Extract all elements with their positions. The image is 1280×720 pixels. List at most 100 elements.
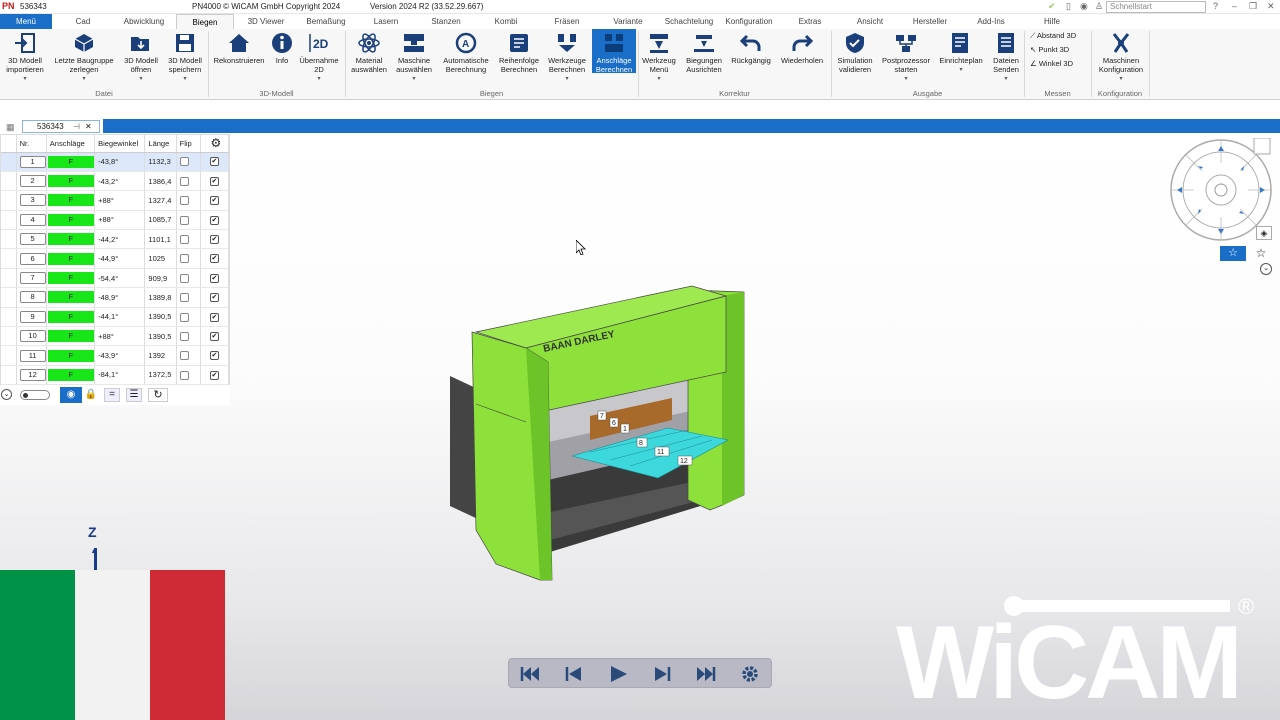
select-material-button[interactable]: Material auswählen	[347, 29, 391, 89]
reconstruct-button[interactable]: Rekonstruieren	[210, 29, 268, 89]
tab-stanzen[interactable]: Stanzen	[418, 14, 474, 29]
cell-flip[interactable]	[176, 345, 201, 366]
column-header-flip[interactable]: Flip	[176, 135, 201, 153]
tab-3d-viewer[interactable]: 3D Viewer	[238, 14, 294, 29]
table-row[interactable]: 12 F -84,1° 1372,5 ✔	[1, 365, 230, 386]
chevron-down-icon[interactable]: ▾	[640, 75, 678, 84]
setup-plan-button[interactable]: Einrichteplan ▾	[935, 29, 987, 89]
cell-biegewinkel[interactable]: -43,2°	[94, 171, 146, 192]
row-handle[interactable]	[1, 152, 17, 172]
cell-laenge[interactable]: 1390,5	[144, 326, 177, 347]
cell-active[interactable]: ✔	[200, 152, 230, 172]
stack-icon[interactable]: ☰	[126, 388, 142, 402]
active-checkbox[interactable]: ✔	[209, 176, 219, 186]
cell-anschlaege[interactable]: F	[46, 365, 96, 386]
cell-anschlaege[interactable]: F	[46, 229, 96, 250]
chevron-down-icon[interactable]: ▾	[164, 75, 206, 84]
cell-laenge[interactable]: 1085,7	[144, 210, 177, 231]
flip-checkbox[interactable]	[179, 157, 189, 167]
table-row[interactable]: 10 F +88° 1390,5 ✔	[1, 326, 230, 347]
align-bends-button[interactable]: Biegungen Ausrichten	[680, 29, 728, 89]
cell-anschlaege[interactable]: F	[46, 345, 96, 366]
play-icon[interactable]	[607, 665, 629, 683]
active-checkbox[interactable]: ✔	[209, 331, 219, 341]
active-checkbox[interactable]: ✔	[209, 215, 219, 225]
flip-checkbox[interactable]	[179, 351, 189, 361]
lock-icon[interactable]: 🔒	[84, 387, 98, 403]
chevron-down-icon[interactable]: ▾	[120, 75, 162, 84]
cell-anschlaege[interactable]: F	[46, 268, 96, 289]
restore-icon[interactable]: ❐	[1249, 1, 1257, 12]
cell-nr[interactable]: 4	[16, 210, 47, 231]
cell-flip[interactable]	[176, 248, 201, 269]
table-row[interactable]: 8 F -48,9° 1389,8 ✔	[1, 287, 230, 308]
tab-hersteller[interactable]: Hersteller	[902, 14, 958, 29]
chevron-down-icon[interactable]: ⌄	[1260, 263, 1272, 275]
tab-menu[interactable]: Menü	[0, 14, 52, 29]
settings-icon[interactable]: ◉	[1080, 1, 1088, 12]
cell-laenge[interactable]: 1101,1	[144, 229, 177, 250]
row-handle[interactable]	[1, 307, 17, 328]
cell-laenge[interactable]: 1386,4	[144, 171, 177, 192]
active-checkbox[interactable]: ✔	[209, 351, 219, 361]
cell-flip[interactable]	[176, 229, 201, 250]
cell-laenge[interactable]: 909,9	[144, 268, 177, 289]
tab-konfiguration[interactable]: Konfiguration	[720, 14, 778, 29]
tab-kombi[interactable]: Kombi	[478, 14, 534, 29]
row-handle[interactable]	[1, 190, 17, 211]
cell-laenge[interactable]: 1392	[144, 345, 177, 366]
active-checkbox[interactable]: ✔	[209, 293, 219, 303]
step-back-icon[interactable]	[563, 665, 585, 683]
flip-checkbox[interactable]	[179, 235, 189, 245]
skip-to-start-icon[interactable]	[519, 665, 541, 683]
cell-anschlaege[interactable]: F	[46, 326, 96, 347]
send-files-button[interactable]: Dateien Senden ▾	[988, 29, 1024, 89]
document-tab[interactable]: 536343 ⊣ ✕	[22, 120, 100, 133]
cell-active[interactable]: ✔	[200, 268, 230, 289]
cell-nr[interactable]: 12	[16, 365, 47, 386]
minimize-icon[interactable]: –	[1232, 1, 1237, 11]
close-icon[interactable]: ✕	[1267, 1, 1275, 12]
cell-flip[interactable]	[176, 307, 201, 328]
flip-checkbox[interactable]	[179, 273, 189, 283]
open-3d-model-button[interactable]: 3D Modell öffnen ▾	[120, 29, 162, 89]
row-handle[interactable]	[1, 287, 17, 308]
table-row[interactable]: 6 F -44,9° 1025 ✔	[1, 248, 230, 269]
eye-icon[interactable]: ◉	[60, 387, 82, 403]
table-row[interactable]: 11 F -43,9° 1392 ✔	[1, 345, 230, 366]
table-row[interactable]: 1 F -43,8° 1132,3 ✔	[1, 152, 230, 172]
cell-anschlaege[interactable]: F	[46, 152, 96, 172]
cell-laenge[interactable]: 1372,5	[144, 365, 177, 386]
quick-search-input[interactable]: Schnellstart	[1106, 1, 1206, 13]
automatic-calculation-button[interactable]: A Automatische Berechnung	[438, 29, 494, 89]
cell-biegewinkel[interactable]: -44,1°	[94, 307, 146, 328]
cell-biegewinkel[interactable]: -48,9°	[94, 287, 146, 308]
take-over-2d-button[interactable]: 2D Übernahme 2D ▾	[296, 29, 342, 89]
cell-biegewinkel[interactable]: -54,4°	[94, 268, 146, 289]
cell-laenge[interactable]: 1327,4	[144, 190, 177, 211]
equal-icon[interactable]: =	[104, 388, 120, 402]
active-checkbox[interactable]: ✔	[209, 273, 219, 283]
column-header-nr[interactable]: Nr.	[16, 135, 47, 153]
flip-checkbox[interactable]	[179, 293, 189, 303]
row-handle[interactable]	[1, 326, 17, 347]
row-handle[interactable]	[1, 365, 17, 386]
active-checkbox[interactable]: ✔	[209, 235, 219, 245]
close-tab-icon[interactable]: ✕	[85, 121, 92, 133]
active-checkbox[interactable]: ✔	[209, 196, 219, 206]
cell-active[interactable]: ✔	[200, 190, 230, 211]
chevron-down-icon[interactable]: ▾	[878, 75, 934, 84]
select-machine-button[interactable]: Maschine auswählen ▾	[392, 29, 436, 89]
check-icon[interactable]: ✔	[1048, 1, 1056, 12]
calculate-sequence-button[interactable]: Reihenfolge Berechnen	[496, 29, 542, 89]
tab-abwicklung[interactable]: Abwicklung	[115, 14, 173, 29]
grid-icon[interactable]: ▦	[6, 122, 15, 133]
tab-ansicht[interactable]: Ansicht	[842, 14, 898, 29]
cell-nr[interactable]: 6	[16, 248, 47, 269]
tab-schachtelung[interactable]: Schachtelung	[660, 14, 718, 29]
row-handle[interactable]	[1, 268, 17, 289]
cell-active[interactable]: ✔	[200, 210, 230, 231]
row-handle[interactable]	[1, 210, 17, 231]
tab-cad[interactable]: Cad	[56, 14, 110, 29]
disassemble-assembly-button[interactable]: Letzte Baugruppe zerlegen ▾	[50, 29, 118, 89]
